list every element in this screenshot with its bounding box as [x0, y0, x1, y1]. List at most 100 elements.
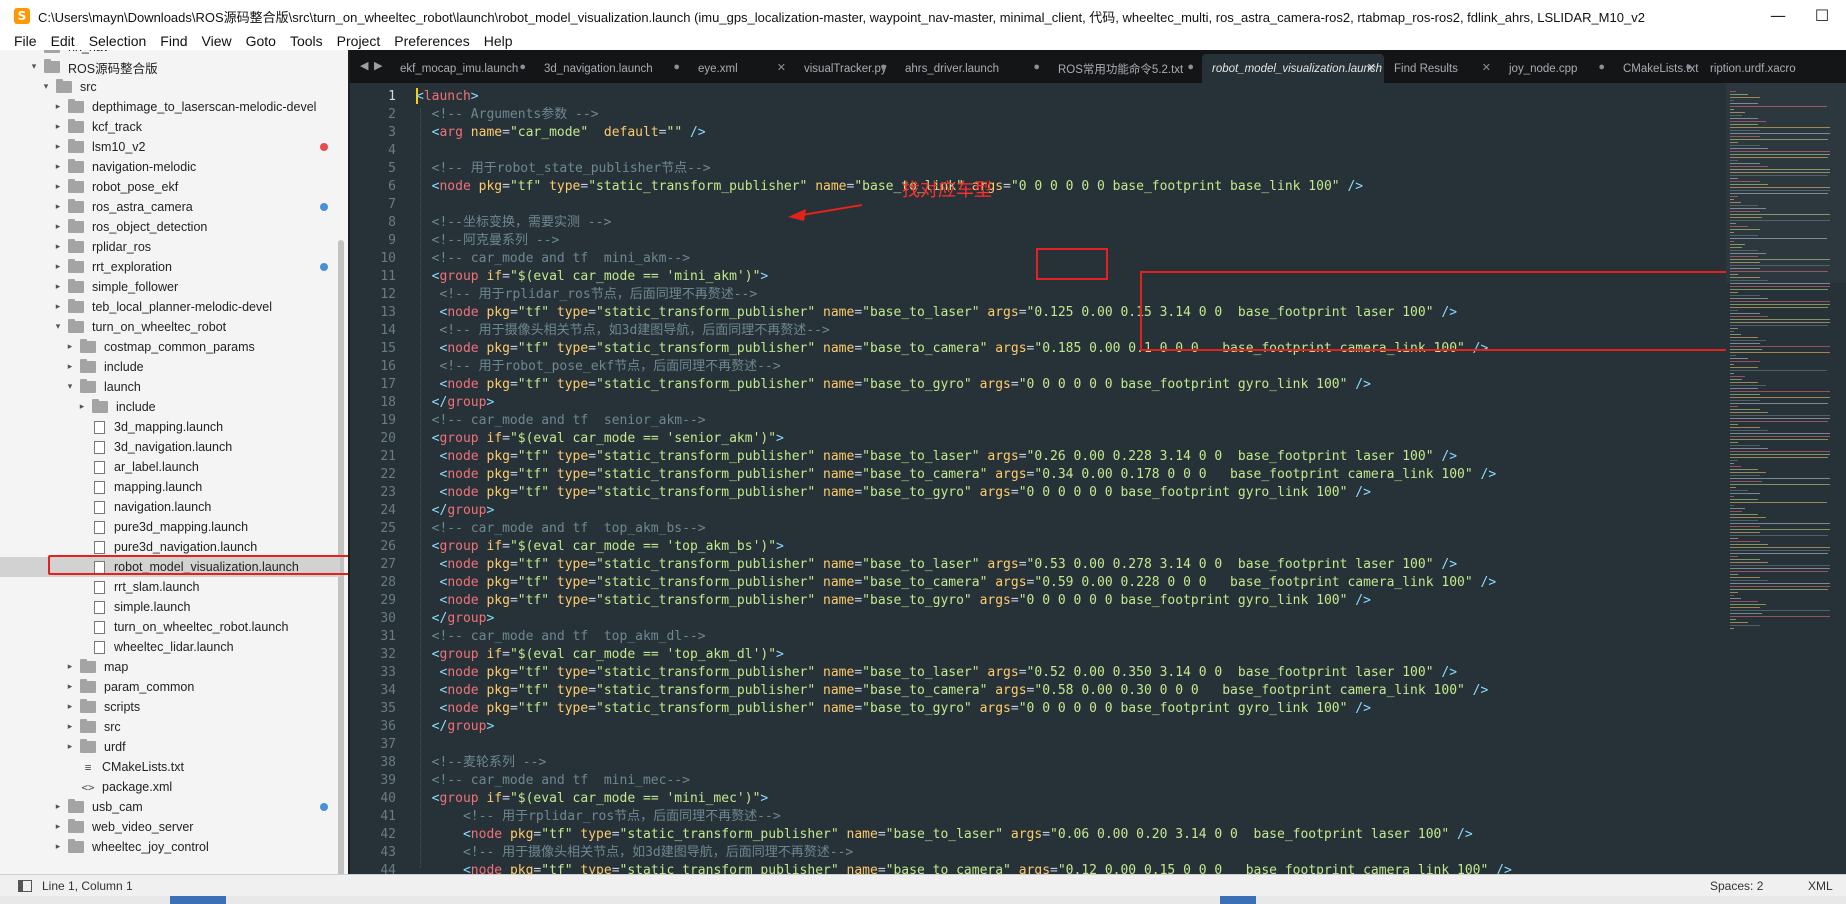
sidebar-item-web-video-server[interactable]: ▸ web_video_server	[0, 817, 340, 837]
chevron-right-icon[interactable]: ▸	[64, 702, 76, 712]
sidebar-item-3d-navigation-launch[interactable]: 3d_navigation.launch	[0, 437, 340, 457]
panel-toggle-icon[interactable]	[18, 879, 32, 892]
chevron-right-icon[interactable]: ▸	[64, 742, 76, 752]
unsaved-dot-icon[interactable]: ●	[1187, 61, 1194, 73]
sidebar-item-src[interactable]: ▾ src	[0, 77, 340, 97]
tab-3d-navigation-launch[interactable]: 3d_navigation.launch ●	[534, 54, 688, 83]
tab-visualtracker-py[interactable]: visualTracker.py ●	[794, 54, 895, 83]
minimize-button[interactable]: —	[1756, 4, 1800, 28]
unsaved-dot-icon[interactable]: ●	[519, 61, 526, 73]
chevron-right-icon[interactable]: ▸	[64, 342, 76, 352]
sidebar-item-launch[interactable]: ▾ launch	[0, 377, 340, 397]
tab-joy-node-cpp[interactable]: joy_node.cpp ●	[1499, 54, 1613, 83]
chevron-right-icon[interactable]: ▸	[52, 102, 64, 112]
sidebar-item-lsm10-v2[interactable]: ▸ lsm10_v2	[0, 137, 340, 157]
sidebar-item-pure3d-navigation-launch[interactable]: pure3d_navigation.launch	[0, 537, 340, 557]
chevron-right-icon[interactable]: ▸	[64, 682, 76, 692]
unsaved-dot-icon[interactable]: ●	[880, 61, 887, 73]
chevron-right-icon[interactable]: ▸	[64, 362, 76, 372]
tab-cmakelists-txt[interactable]: CMakeLists.txt ●	[1613, 54, 1700, 83]
menu-goto[interactable]: Goto	[246, 32, 276, 50]
close-tab-icon[interactable]: ✕	[777, 61, 786, 74]
chevron-down-icon[interactable]: ▾	[64, 382, 76, 392]
sidebar-item-rplidar-ros[interactable]: ▸ rplidar_ros	[0, 237, 340, 257]
sidebar-item-package-xml[interactable]: <> package.xml	[0, 777, 340, 797]
sidebar-item-turn-on-wheeltec-robot-launch[interactable]: turn_on_wheeltec_robot.launch	[0, 617, 340, 637]
minimap[interactable]	[1726, 83, 1846, 874]
sidebar-item-ros-astra-camera[interactable]: ▸ ros_astra_camera	[0, 197, 340, 217]
menu-edit[interactable]: Edit	[51, 32, 75, 50]
sidebar-item-turn-on-wheeltec-robot[interactable]: ▾ turn_on_wheeltec_robot	[0, 317, 340, 337]
sidebar-item-src[interactable]: ▸ src	[0, 717, 340, 737]
sidebar-item-kcf-track[interactable]: ▸ kcf_track	[0, 117, 340, 137]
sidebar-item-ros-object-detection[interactable]: ▸ ros_object_detection	[0, 217, 340, 237]
unsaved-dot-icon[interactable]: ●	[1685, 61, 1692, 73]
chevron-right-icon[interactable]: ▸	[52, 222, 64, 232]
chevron-right-icon[interactable]: ▸	[52, 162, 64, 172]
code-editor[interactable]: 1 2 3 4 5 6 7 8 9 10 11 12 13 14 15 16 17 18 19 20 21 22 23 24 2…	[350, 83, 1846, 874]
chevron-right-icon[interactable]: ▸	[52, 802, 64, 812]
sidebar-item-wheeltec-joy-control[interactable]: ▸ wheeltec_joy_control	[0, 837, 340, 857]
sidebar-item-simple-launch[interactable]: simple.launch	[0, 597, 340, 617]
chevron-right-icon[interactable]: ▸	[28, 50, 40, 52]
menu-view[interactable]: View	[202, 32, 232, 50]
sidebar-item-teb-local-planner-melodic-devel[interactable]: ▸ teb_local_planner-melodic-devel	[0, 297, 340, 317]
chevron-down-icon[interactable]: ▾	[52, 322, 64, 332]
sidebar-item-ros[interactable]: ▾ ROS源码整合版	[0, 57, 340, 77]
indentation-setting[interactable]: Spaces: 2	[1710, 879, 1763, 893]
tab-ahrs-driver-launch[interactable]: ahrs_driver.launch ●	[895, 54, 1048, 83]
sidebar-item-usb-cam[interactable]: ▸ usb_cam	[0, 797, 340, 817]
sidebar-item-rrt-slam-launch[interactable]: rrt_slam.launch	[0, 577, 340, 597]
tab-ros-5-2-txt[interactable]: ROS常用功能命令5.2.txt ●	[1048, 54, 1202, 83]
chevron-right-icon[interactable]: ▸	[64, 662, 76, 672]
sidebar-item-scripts[interactable]: ▸ scripts	[0, 697, 340, 717]
menu-tools[interactable]: Tools	[290, 32, 323, 50]
menu-project[interactable]: Project	[337, 32, 381, 50]
menu-find[interactable]: Find	[160, 32, 187, 50]
menu-preferences[interactable]: Preferences	[394, 32, 469, 50]
tab-ekf-mocap-imu-launch[interactable]: ekf_mocap_imu.launch ●	[390, 54, 534, 83]
sidebar-item-hn-nav[interactable]: ▸ hn_nav	[0, 50, 340, 57]
chevron-right-icon[interactable]: ▸	[52, 842, 64, 852]
sidebar-item-wheeltec-lidar-launch[interactable]: wheeltec_lidar.launch	[0, 637, 340, 657]
chevron-right-icon[interactable]: ▸	[52, 122, 64, 132]
tab-scroll-right-icon[interactable]: ▶	[374, 59, 382, 72]
unsaved-dot-icon[interactable]: ●	[1033, 61, 1040, 73]
chevron-down-icon[interactable]: ▾	[40, 82, 52, 92]
tab-robot-model-visualization-launch[interactable]: robot_model_visualization.launch ✕	[1202, 54, 1384, 83]
unsaved-dot-icon[interactable]: ●	[673, 61, 680, 73]
cursor-position[interactable]: Line 1, Column 1	[42, 879, 133, 893]
chevron-right-icon[interactable]: ▸	[52, 282, 64, 292]
sidebar-item-include[interactable]: ▸ include	[0, 397, 340, 417]
menu-file[interactable]: File	[14, 32, 37, 50]
sidebar-item-urdf[interactable]: ▸ urdf	[0, 737, 340, 757]
chevron-right-icon[interactable]: ▸	[52, 302, 64, 312]
sidebar-item-navigation-melodic[interactable]: ▸ navigation-melodic	[0, 157, 340, 177]
sidebar-item-param-common[interactable]: ▸ param_common	[0, 677, 340, 697]
maximize-button[interactable]: ☐	[1800, 4, 1844, 28]
chevron-right-icon[interactable]: ▸	[52, 242, 64, 252]
close-tab-icon[interactable]: ✕	[1367, 61, 1376, 74]
sidebar-item-include[interactable]: ▸ include	[0, 357, 340, 377]
unsaved-dot-icon[interactable]: ●	[1598, 61, 1605, 73]
sidebar-item-ar-label-launch[interactable]: ar_label.launch	[0, 457, 340, 477]
syntax-mode[interactable]: XML	[1808, 879, 1833, 893]
tab-eye-xml[interactable]: eye.xml ✕	[688, 54, 794, 83]
close-tab-icon[interactable]: ✕	[1482, 61, 1491, 74]
chevron-right-icon[interactable]: ▸	[76, 402, 88, 412]
tab-ription-urdf-xacro[interactable]: ription.urdf.xacro	[1700, 54, 1846, 83]
sidebar-item-3d-mapping-launch[interactable]: 3d_mapping.launch	[0, 417, 340, 437]
sidebar-item-simple-follower[interactable]: ▸ simple_follower	[0, 277, 340, 297]
chevron-down-icon[interactable]: ▾	[28, 62, 40, 72]
chevron-right-icon[interactable]: ▸	[52, 142, 64, 152]
chevron-right-icon[interactable]: ▸	[52, 822, 64, 832]
sidebar-item-robot-pose-ekf[interactable]: ▸ robot_pose_ekf	[0, 177, 340, 197]
menu-selection[interactable]: Selection	[89, 32, 147, 50]
sidebar-item-depthimage-to-laserscan-melodic-devel[interactable]: ▸ depthimage_to_laserscan-melodic-devel	[0, 97, 340, 117]
chevron-right-icon[interactable]: ▸	[64, 722, 76, 732]
tab-scroll-left-icon[interactable]: ◀	[360, 59, 368, 72]
sidebar-item-map[interactable]: ▸ map	[0, 657, 340, 677]
menu-help[interactable]: Help	[484, 32, 513, 50]
chevron-right-icon[interactable]: ▸	[52, 262, 64, 272]
sidebar-item-costmap-common-params[interactable]: ▸ costmap_common_params	[0, 337, 340, 357]
